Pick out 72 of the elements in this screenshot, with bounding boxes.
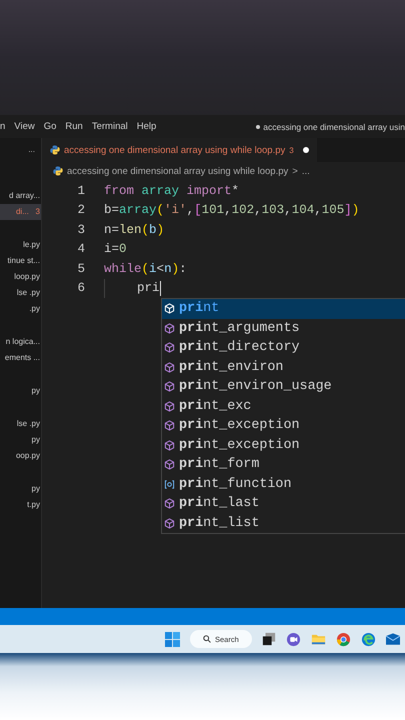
suggestion-item[interactable]: print_environ: [162, 358, 405, 377]
code-line: while(i<n):: [104, 262, 187, 276]
code-line: i=0: [104, 242, 127, 256]
file-item[interactable]: py: [0, 481, 41, 497]
suggestion-item[interactable]: print_exc: [162, 396, 405, 416]
edge-icon[interactable]: [360, 632, 376, 646]
mail-icon[interactable]: [386, 632, 400, 646]
suggestion-item[interactable]: print_list: [162, 514, 405, 533]
cube-icon: [164, 518, 175, 529]
editor-tab[interactable]: accessing one dimensional array using while loop.py 3: [42, 138, 317, 162]
line-number: 4: [76, 242, 85, 256]
line-number: 1: [76, 184, 85, 198]
menu-item[interactable]: Run: [65, 121, 83, 132]
line-number: 5: [76, 262, 85, 276]
menu-item[interactable]: n: [0, 121, 6, 132]
suggestion-item[interactable]: print_form: [162, 455, 405, 474]
suggestion-item[interactable]: print_arguments: [162, 318, 405, 338]
file-item[interactable]: oop.py: [0, 448, 41, 464]
file-item[interactable]: le.py: [0, 237, 41, 253]
task-view-icon[interactable]: [262, 632, 276, 646]
file-item[interactable]: py: [0, 383, 41, 399]
file-item[interactable]: lse .py: [0, 285, 41, 301]
file-item[interactable]: lse .py: [0, 416, 41, 432]
line-number: 2: [76, 203, 85, 218]
file-item[interactable]: py: [0, 432, 41, 448]
more-actions[interactable]: ...: [0, 138, 41, 162]
search-icon: [203, 635, 211, 643]
menu-item[interactable]: Help: [136, 121, 156, 132]
chat-icon[interactable]: [286, 632, 301, 646]
cube-icon: [164, 362, 175, 373]
file-item[interactable]: d array...: [0, 188, 41, 204]
line-number: 3: [76, 222, 85, 237]
file-item[interactable]: n logica...: [0, 334, 41, 350]
start-icon[interactable]: [165, 632, 180, 646]
breadcrumb-item[interactable]: ...: [302, 166, 310, 176]
cube-icon: [164, 459, 175, 470]
cube-icon: [164, 498, 175, 510]
file-item[interactable]: ements ...: [0, 350, 41, 366]
file-item[interactable]: tinue st...: [0, 253, 41, 269]
browser-icon[interactable]: [336, 632, 351, 646]
cube-icon: [164, 420, 175, 432]
cube-icon: [164, 303, 175, 314]
breadcrumb-separator: >: [292, 166, 298, 176]
cube-icon: [164, 400, 175, 412]
python-icon: [50, 145, 60, 155]
suggestion-item[interactable]: print_exception: [162, 416, 405, 436]
code-line: pri: [137, 281, 160, 296]
suggestion-item[interactable]: print_function: [162, 474, 405, 494]
suggestion-item[interactable]: print_directory: [162, 338, 405, 358]
menu-item[interactable]: View: [14, 121, 35, 132]
cube-icon: [164, 322, 175, 334]
cube-icon: [164, 342, 175, 354]
code-line: n=len(b): [104, 222, 164, 237]
file-item[interactable]: .py: [0, 301, 41, 317]
file-item[interactable]: t.py: [0, 497, 41, 513]
suggestion-item[interactable]: print_last: [162, 494, 405, 514]
cube-icon: [164, 440, 175, 451]
window-title: accessing one dimensional array usin: [263, 122, 405, 132]
file-item[interactable]: di... 3: [0, 204, 41, 220]
suggestion-item[interactable]: print_exception: [162, 436, 405, 455]
line-number: 6: [76, 281, 85, 296]
breadcrumb-item[interactable]: accessing one dimensional array using while loop.py: [67, 166, 288, 176]
file-item[interactable]: loop.py: [0, 269, 41, 285]
code-line: from array import*: [104, 184, 240, 198]
code-line: b=array('i',[101,102,103,104,105]): [104, 203, 360, 218]
suggestion-item[interactable]: print_environ_usage: [162, 377, 405, 396]
python-icon: [53, 166, 63, 176]
menu-item[interactable]: Go: [44, 121, 56, 132]
variable-icon: [164, 478, 175, 490]
cube-icon: [164, 381, 175, 392]
suggestion-item[interactable]: print: [162, 299, 405, 318]
menu-item[interactable]: Terminal: [92, 121, 128, 132]
